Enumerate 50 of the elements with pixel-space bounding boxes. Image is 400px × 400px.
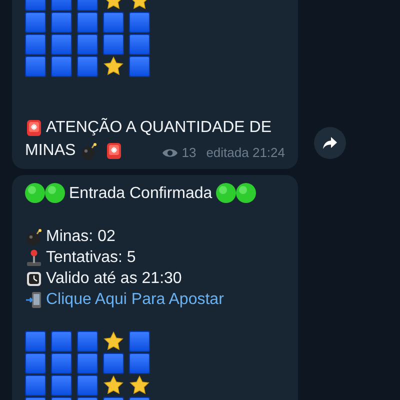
square-tile-icon [25,353,46,374]
square-tile-icon [129,56,150,77]
bomb-icon [25,228,43,246]
square-tile-icon [77,375,98,396]
square-tile-icon [103,353,124,374]
siren-icon [25,118,43,136]
message-text: MINAS [25,141,76,161]
square-tile-icon [77,34,98,55]
square-tile-icon [129,34,150,55]
square-tile-icon [25,34,46,55]
message-text: Tentativas: 5 [46,248,136,268]
square-tile-icon [51,375,72,396]
circle-icon [25,183,45,203]
message-title: Entrada Confirmada [69,184,212,204]
square-tile-icon [51,331,72,352]
view-count: 13 [182,144,196,162]
square-tile-icon [51,56,72,77]
square-tile-icon [129,353,150,374]
circle-icon [45,183,65,203]
siren-icon [104,142,123,160]
share-icon [322,136,338,150]
star-icon [103,56,124,77]
share-button[interactable] [314,127,346,159]
square-tile-icon [103,12,124,33]
watch-icon [25,270,43,288]
phone-arrow-icon [25,290,43,308]
square-tile-icon [77,56,98,77]
square-tile-icon [77,331,98,352]
eye-icon [162,146,178,158]
square-tile-icon [129,331,150,352]
square-tile-icon [77,353,98,374]
star-icon [129,375,150,396]
square-tile-icon [25,56,46,77]
square-tile-icon [51,34,72,55]
square-tile-icon [25,375,46,396]
joystick-icon [25,248,43,266]
message-text: ATENÇÃO A QUANTIDADE DE [46,117,272,138]
star-icon [103,331,124,352]
star-icon [103,375,124,396]
bet-link[interactable]: Clique Aqui Para Apostar [46,289,224,310]
message-text: Minas: 02 [46,227,116,247]
message-text: Valido até as 21:30 [46,269,182,289]
circle-icon [216,183,236,203]
square-tile-icon [103,34,124,55]
bomb-icon [80,142,98,160]
edited-time: editada 21:24 [206,144,285,162]
square-tile-icon [51,353,72,374]
circle-icon [236,183,256,203]
square-tile-icon [129,12,150,33]
square-tile-icon [25,331,46,352]
